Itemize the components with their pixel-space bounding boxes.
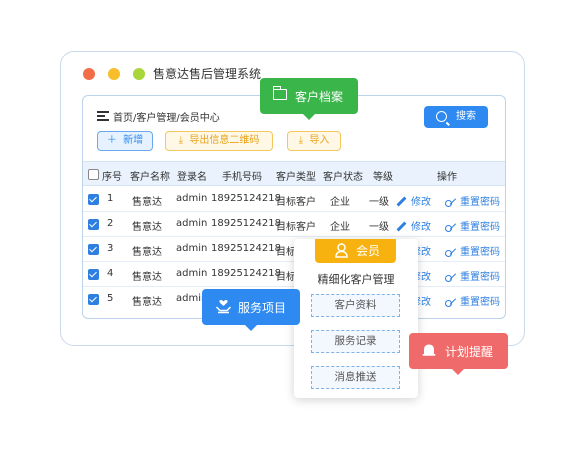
edit-link-label: 修改 xyxy=(411,222,431,233)
row-type: 目标客户 xyxy=(276,197,316,208)
row-login: admin xyxy=(176,268,208,279)
row-phone: 18925124218 xyxy=(211,193,281,204)
reset-password-link[interactable]: 重置密码 xyxy=(445,293,500,308)
key-icon xyxy=(445,272,457,282)
search-icon xyxy=(436,111,447,122)
row-name: 售意达 xyxy=(132,222,162,233)
row-name: 售意达 xyxy=(132,247,162,258)
table-header: 序号 客户名称 登录名 手机号码 客户类型 客户状态 等级 操作 xyxy=(83,161,505,186)
reset-password-link[interactable]: 重置密码 xyxy=(445,193,500,208)
reset-password-label: 重置密码 xyxy=(460,222,500,233)
row-name: 售意达 xyxy=(132,272,162,283)
row-level: 一级 xyxy=(369,197,389,208)
header-type: 客户类型 xyxy=(276,172,316,183)
reset-password-link[interactable]: 重置密码 xyxy=(445,268,500,283)
reset-password-link[interactable]: 重置密码 xyxy=(445,218,500,233)
header-name: 客户名称 xyxy=(130,172,170,183)
header-level: 等级 xyxy=(373,172,393,183)
search-button-label: 搜索 xyxy=(456,111,476,122)
import-button-label: 导入 xyxy=(309,135,330,146)
member-badge: 会员 xyxy=(315,239,396,263)
maximize-window-button[interactable] xyxy=(133,68,145,80)
header-phone: 手机号码 xyxy=(222,172,262,183)
row-status: 企业 xyxy=(330,222,350,233)
download-icon: ⤓ xyxy=(178,135,184,146)
minimize-window-button[interactable] xyxy=(108,68,120,80)
row-name: 售意达 xyxy=(132,297,162,308)
member-badge-label: 会员 xyxy=(355,244,380,258)
customer-info-item[interactable]: 客户资料 xyxy=(311,294,400,317)
menu-icon[interactable] xyxy=(97,111,109,121)
member-card: 会员 精细化客户管理 客户资料 服务记录 消息推送 xyxy=(294,239,418,398)
key-icon xyxy=(445,297,457,307)
edit-link-label: 修改 xyxy=(411,197,431,208)
add-button[interactable]: ＋ 新增 xyxy=(97,131,153,151)
header-status: 客户状态 xyxy=(323,172,363,183)
close-window-button[interactable] xyxy=(83,68,95,80)
row-status: 企业 xyxy=(330,197,350,208)
header-login: 登录名 xyxy=(177,172,207,183)
table-row: 1 售意达 admin 18925124218 目标客户 企业 一级 修改 重置… xyxy=(83,187,505,212)
edit-link[interactable]: 修改 xyxy=(396,218,431,233)
user-icon xyxy=(335,243,348,258)
select-all-checkbox[interactable] xyxy=(88,169,99,180)
header-actions: 操作 xyxy=(437,172,457,183)
breadcrumb: 首页/客户管理/会员中心 xyxy=(113,113,220,124)
key-icon xyxy=(445,222,457,232)
service-record-item[interactable]: 服务记录 xyxy=(311,330,400,353)
row-checkbox[interactable] xyxy=(88,269,99,280)
row-phone: 18925124218 xyxy=(211,218,281,229)
reset-password-label: 重置密码 xyxy=(460,272,500,283)
header-no: 序号 xyxy=(102,172,122,183)
reset-password-label: 重置密码 xyxy=(460,297,500,308)
key-icon xyxy=(445,247,457,257)
edit-icon xyxy=(396,196,407,206)
export-qr-button[interactable]: ⤓ 导出信息二维码 xyxy=(165,131,273,151)
row-login: admin xyxy=(176,218,208,229)
row-no: 2 xyxy=(107,218,114,229)
row-level: 一级 xyxy=(369,222,389,233)
table-row: 2 售意达 admin 18925124218 目标客户 企业 一级 修改 重置… xyxy=(83,212,505,237)
row-login: admin xyxy=(176,193,208,204)
customer-archive-callout: 客户档案 xyxy=(260,78,358,120)
heart-hand-icon xyxy=(215,299,232,314)
row-type: 目标客户 xyxy=(276,222,316,233)
member-card-title: 精细化客户管理 xyxy=(317,273,395,286)
add-button-label: 新增 xyxy=(123,135,144,146)
row-no: 4 xyxy=(107,268,114,279)
row-login: admin xyxy=(176,243,208,254)
row-checkbox[interactable] xyxy=(88,194,99,205)
row-name: 售意达 xyxy=(132,197,162,208)
download-icon: ⤓ xyxy=(298,135,304,146)
plan-reminder-label: 计划提醒 xyxy=(445,345,494,359)
row-phone: 18925124218 xyxy=(211,268,281,279)
import-button[interactable]: ⤓ 导入 xyxy=(287,131,341,151)
plus-icon: ＋ xyxy=(106,135,117,146)
row-no: 1 xyxy=(107,193,114,204)
service-project-label: 服务项目 xyxy=(238,301,287,315)
row-checkbox[interactable] xyxy=(88,244,99,255)
row-phone: 18925124218 xyxy=(211,243,281,254)
window-title: 售意达售后管理系统 xyxy=(153,67,262,81)
row-checkbox[interactable] xyxy=(88,219,99,230)
plan-reminder-callout: 计划提醒 xyxy=(409,333,508,375)
edit-icon xyxy=(396,221,407,231)
search-button[interactable]: 搜索 xyxy=(424,106,488,128)
edit-link[interactable]: 修改 xyxy=(396,193,431,208)
folder-icon xyxy=(272,86,287,100)
key-icon xyxy=(445,197,457,207)
message-push-item[interactable]: 消息推送 xyxy=(311,366,400,389)
customer-archive-label: 客户档案 xyxy=(295,90,344,104)
row-checkbox[interactable] xyxy=(88,294,99,305)
reset-password-link[interactable]: 重置密码 xyxy=(445,243,500,258)
bell-icon xyxy=(422,344,436,356)
row-no: 5 xyxy=(107,293,114,304)
reset-password-label: 重置密码 xyxy=(460,247,500,258)
reset-password-label: 重置密码 xyxy=(460,197,500,208)
row-no: 3 xyxy=(107,243,114,254)
service-project-callout: 服务项目 xyxy=(202,289,300,331)
export-button-label: 导出信息二维码 xyxy=(189,135,260,146)
